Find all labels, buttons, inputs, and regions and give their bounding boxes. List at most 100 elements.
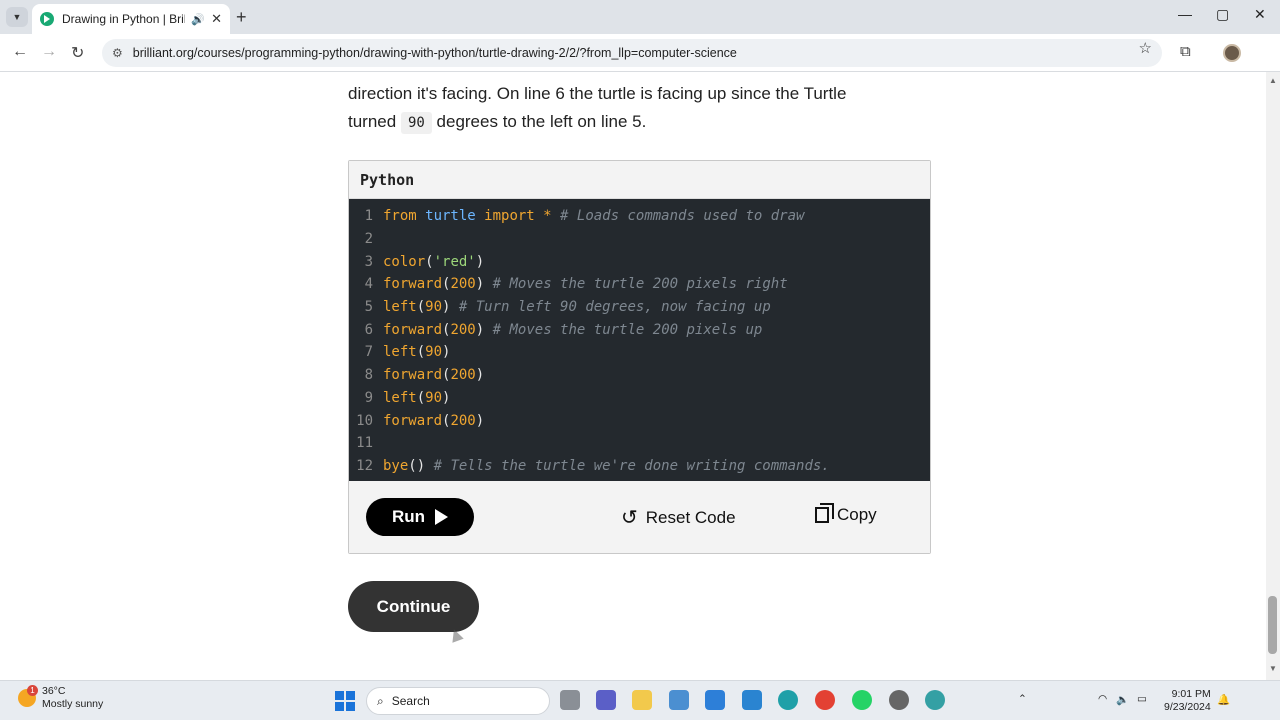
window-maximize-button[interactable]: ▢ — [1216, 6, 1229, 23]
tray-overflow-icon[interactable]: ⌃ — [1018, 693, 1027, 705]
code-token: from — [383, 208, 417, 225]
store-icon[interactable] — [669, 690, 689, 710]
taskbar-search[interactable]: ⌕ Search — [366, 687, 550, 715]
code-line: 2 — [349, 228, 930, 251]
settings-gear-icon[interactable] — [889, 690, 909, 710]
line-number: 7 — [364, 344, 373, 361]
code-line: 9 left(90) — [349, 387, 930, 410]
code-token: 200 — [450, 367, 476, 384]
code-line: 10 forward(200) — [349, 409, 930, 432]
code-token: forward — [383, 321, 443, 338]
taskbar-search-label: Search — [391, 694, 430, 708]
code-token: () — [408, 457, 426, 474]
code-token: left — [383, 344, 417, 361]
volume-icon[interactable]: 🔈 — [1116, 693, 1129, 706]
clock[interactable]: 9:01 PM 9/23/2024 — [1164, 688, 1211, 714]
app-icon[interactable] — [925, 690, 945, 710]
code-token: * — [534, 208, 552, 225]
whatsapp-icon[interactable] — [852, 690, 872, 710]
reset-code-button[interactable]: ↺ Reset Code — [621, 505, 736, 530]
battery-icon[interactable]: ▭ — [1137, 693, 1147, 705]
copy-icon — [815, 503, 834, 523]
lesson-paragraph: direction it's facing. On line 6 the tur… — [348, 80, 908, 137]
notification-bell-icon[interactable]: 🔔 — [1217, 693, 1230, 706]
code-text: bye() # Tells the turtle we're done writ… — [383, 458, 830, 474]
line-number: 2 — [364, 231, 373, 248]
reset-code-label: Reset Code — [645, 507, 736, 527]
teams-icon[interactable] — [596, 690, 616, 710]
code-token: # Turn left 90 degrees, now facing up — [450, 299, 771, 316]
clock-date: 9/23/2024 — [1164, 701, 1211, 713]
run-button-label: Run — [391, 507, 426, 526]
line-number: 1 — [364, 208, 373, 225]
edge-icon[interactable] — [778, 690, 798, 710]
code-token: 200 — [450, 276, 476, 293]
vscode-icon[interactable] — [742, 690, 762, 710]
code-token: ) — [475, 412, 485, 429]
prose-line-1: direction it's facing. On line 6 the tur… — [348, 84, 847, 103]
task-view-icon[interactable] — [560, 690, 580, 710]
code-text: forward(200) # Moves the turtle 200 pixe… — [383, 276, 788, 292]
scrollbar-thumb[interactable] — [1268, 596, 1277, 654]
wifi-icon[interactable]: ◠ — [1098, 693, 1107, 705]
code-actions-bar: Run ↺ Reset Code Copy — [349, 481, 930, 553]
prose-text: turned — [348, 112, 397, 131]
mail-icon[interactable] — [705, 690, 725, 710]
code-line: 5 left(90) # Turn left 90 degrees, now fa… — [349, 296, 930, 319]
lesson-content: direction it's facing. On line 6 the tur… — [0, 72, 1266, 680]
reset-icon: ↺ — [621, 507, 638, 529]
line-number: 3 — [364, 253, 373, 270]
windows-start-icon[interactable] — [335, 691, 355, 711]
search-icon: ⌕ — [377, 693, 384, 708]
run-button[interactable]: Run — [366, 498, 474, 536]
line-number: 5 — [364, 299, 373, 316]
temperature: 36°C — [42, 685, 66, 697]
scroll-up-arrow-icon[interactable]: ▲ — [1269, 76, 1277, 85]
code-token: bye — [383, 457, 409, 474]
code-token: ) — [475, 253, 485, 270]
tab-close-icon[interactable]: ✕ — [211, 11, 222, 27]
line-number: 9 — [364, 389, 373, 406]
weather-widget[interactable]: 1 36°C Mostly sunny — [18, 685, 103, 711]
weather-badge: 1 — [27, 685, 38, 696]
browser-tab[interactable]: Drawing in Python | Brilliant 🔊 ✕ — [32, 4, 230, 34]
scroll-down-arrow-icon[interactable]: ▼ — [1269, 664, 1277, 673]
tab-search-button[interactable]: ▼ — [6, 7, 28, 27]
window-close-button[interactable]: ✕ — [1254, 6, 1266, 23]
extensions-icon[interactable]: ⧉ — [1180, 43, 1191, 60]
chrome-icon[interactable] — [815, 690, 835, 710]
code-block: Python 1 from turtle import * # Loads com… — [348, 160, 931, 554]
code-text: color('red') — [383, 254, 484, 270]
profile-avatar[interactable] — [1223, 44, 1241, 62]
code-token: forward — [383, 367, 443, 384]
code-token: ) — [475, 321, 485, 338]
code-text: left(90) — [383, 390, 450, 406]
window-minimize-button[interactable]: — — [1178, 6, 1192, 22]
code-token: ( — [416, 389, 426, 406]
code-line: 7 left(90) — [349, 341, 930, 364]
code-text: left(90) # Turn left 90 degrees, now fac… — [383, 299, 771, 315]
code-token: 200 — [450, 412, 476, 429]
back-arrow-icon[interactable]: ← — [12, 43, 28, 61]
page-scrollbar[interactable] — [1266, 72, 1280, 680]
code-token: left — [383, 299, 417, 316]
code-token: 90 — [425, 344, 443, 361]
bookmark-star-icon[interactable]: ☆ — [1139, 39, 1152, 57]
reload-icon[interactable]: ↻ — [71, 43, 84, 63]
code-token: ( — [416, 299, 426, 316]
forward-arrow-icon[interactable]: → — [41, 43, 57, 61]
site-info-icon[interactable]: ⚙ — [112, 46, 123, 60]
code-token: ) — [442, 344, 451, 361]
audio-playing-icon[interactable]: 🔊 — [191, 13, 205, 26]
code-line: 11 — [349, 432, 930, 455]
address-bar[interactable]: ⚙ brilliant.org/courses/programming-pyth… — [102, 39, 1162, 67]
code-token: # Tells the turtle we're done writing co… — [425, 457, 830, 474]
code-text: from turtle import * # Loads commands us… — [383, 208, 804, 224]
file-explorer-icon[interactable] — [632, 690, 652, 710]
continue-button[interactable]: Continue — [348, 581, 479, 632]
code-line: 1 from turtle import * # Loads commands u… — [349, 205, 930, 228]
new-tab-button[interactable]: + — [236, 7, 247, 28]
copy-button[interactable]: Copy — [815, 503, 877, 525]
brilliant-favicon-icon — [40, 12, 54, 26]
code-editor[interactable]: 1 from turtle import * # Loads commands u… — [349, 199, 930, 481]
